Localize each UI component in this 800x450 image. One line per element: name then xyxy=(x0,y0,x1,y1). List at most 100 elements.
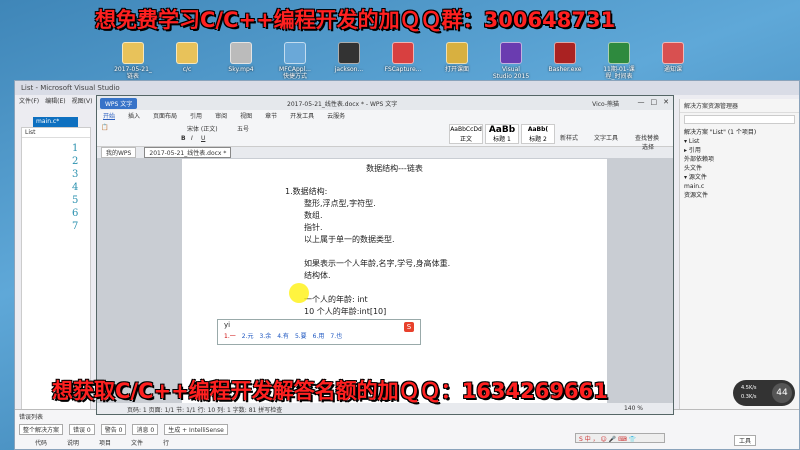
find-replace-button[interactable]: 查找替换 xyxy=(635,133,659,142)
wps-app-tab[interactable]: WPS 文字 xyxy=(100,97,138,109)
font-size-dropdown[interactable]: 五号 xyxy=(237,124,249,133)
ime-candidate[interactable]: 3.余 xyxy=(259,331,271,340)
tree-item[interactable]: ▾ List xyxy=(684,137,795,146)
error-list-column-header[interactable]: 代码 xyxy=(35,438,47,447)
desktop-icon[interactable]: jackson... xyxy=(326,42,372,82)
wps-writer-window: WPS 文字 2017-05-21_线性表.docx * - WPS 文字 Vi… xyxy=(96,95,674,415)
error-scope-dropdown[interactable]: 整个解决方案 xyxy=(19,424,64,435)
error-list-column-header[interactable]: 文件 xyxy=(131,438,143,447)
ribbon-tab[interactable]: 视图 xyxy=(240,111,252,120)
vs-code-editor[interactable]: List 1 2 3 4 5 6 7 xyxy=(21,127,91,417)
style-heading2[interactable]: AaBb( 标题 2 xyxy=(521,124,555,144)
tree-item[interactable]: 外部依赖项 xyxy=(684,155,795,164)
ribbon-tab[interactable]: 开发工具 xyxy=(290,111,314,120)
solution-explorer-search-input[interactable] xyxy=(684,115,795,124)
desktop-icon-row: 2017-05-21_ 链表 c/c Sky.mp4 MFCAppl... 快捷方式 j… xyxy=(110,42,696,82)
tray-counter: 44 xyxy=(772,383,792,403)
wps-document-tabs: 我的WPS 2017-05-21_线性表.docx * xyxy=(97,147,673,158)
ime-candidate-popup[interactable]: yi 1.一 2.元 3.余 4.有 5.要 6.用 7.也 S xyxy=(217,319,421,345)
desktop-icon[interactable]: Basher.exe xyxy=(542,42,588,82)
close-icon[interactable]: ✕ xyxy=(663,98,669,106)
tree-item[interactable]: main.c xyxy=(684,182,795,191)
line-number: 3 xyxy=(72,169,79,180)
desktop-icon[interactable]: Visual Studio 2015 xyxy=(488,42,534,82)
italic-button[interactable]: I xyxy=(191,135,193,142)
ribbon-tab[interactable]: 开始 xyxy=(103,111,116,120)
ime-candidate[interactable]: 6.用 xyxy=(313,331,325,340)
desktop-icon[interactable]: FSCapture... xyxy=(380,42,426,82)
ribbon-tab[interactable]: 页面布局 xyxy=(153,111,177,120)
new-style-button[interactable]: 新样式 xyxy=(560,133,578,142)
vs-scope-dropdown[interactable]: List xyxy=(22,128,90,138)
text-tools-button[interactable]: 文字工具 xyxy=(594,133,618,142)
wps-document-title: 2017-05-21_线性表.docx * - WPS 文字 xyxy=(287,101,398,108)
ime-candidate[interactable]: 2.元 xyxy=(242,331,254,340)
wps-title-bar: WPS 文字 2017-05-21_线性表.docx * - WPS 文字 Vi… xyxy=(97,96,673,110)
vs-menu-item[interactable]: 视图(V) xyxy=(72,96,93,105)
document-line: 一个人的年龄: int xyxy=(304,295,368,304)
warnings-filter-button[interactable]: 警告 0 xyxy=(100,424,127,435)
ribbon-tab[interactable]: 章节 xyxy=(265,111,277,120)
style-normal-name: 正文 xyxy=(459,136,472,143)
ribbon-tab[interactable]: 审阅 xyxy=(215,111,227,120)
minimize-icon[interactable]: — xyxy=(638,98,645,106)
tools-button[interactable]: 工具 xyxy=(734,435,757,446)
ime-candidate[interactable]: 5.要 xyxy=(295,331,307,340)
error-list-column-header[interactable]: 行 xyxy=(163,438,169,447)
build-source-dropdown[interactable]: 生成 + IntelliSense xyxy=(164,424,228,435)
document-line: 10 个人的年龄:int[10] xyxy=(304,307,387,316)
error-list-column-header[interactable]: 项目 xyxy=(99,438,111,447)
desktop-icon[interactable]: MFCAppl... 快捷方式 xyxy=(272,42,318,82)
document-page[interactable]: 数据结构---链表 1.数据结构: 整形,浮点型,字符型. 数组. 指针. 以上属于单一… xyxy=(182,159,607,405)
desktop-icon[interactable]: c/c xyxy=(164,42,210,82)
document-body[interactable]: 1.数据结构: 整形,浮点型,字符型. 数组. 指针. 以上属于单一的数据类型. 如果表示… xyxy=(285,186,450,318)
maximize-icon[interactable]: □ xyxy=(651,98,658,106)
desktop-icon[interactable]: 2017-05-21_ 链表 xyxy=(110,42,156,82)
vs-menu-item[interactable]: 编辑(E) xyxy=(45,96,65,105)
desktop-icon[interactable]: 11期-01-课 程_时间表 xyxy=(596,42,642,82)
upload-speed: 4.5K/s xyxy=(741,385,757,391)
visual-studio-icon xyxy=(500,42,522,64)
error-list-column-header[interactable]: 说明 xyxy=(67,438,79,447)
error-list-toolbar: 整个解决方案 错误 0 警告 0 消息 0 生成 + IntelliSense xyxy=(15,423,799,436)
network-speed-widget[interactable]: 4.5K/s 0.3K/s 44 xyxy=(733,380,795,406)
tree-item[interactable]: 资源文件 xyxy=(684,191,795,200)
style-heading1[interactable]: AaBb 标题 1 xyxy=(485,124,519,144)
vs-file-tab[interactable]: main.c* xyxy=(33,117,78,127)
desktop-icon[interactable]: 打开课面 xyxy=(434,42,480,82)
document-tab[interactable]: 2017-05-21_线性表.docx * xyxy=(144,147,232,158)
ime-candidate[interactable]: 4.有 xyxy=(277,331,289,340)
tree-item[interactable]: 头文件 xyxy=(684,164,795,173)
messages-filter-button[interactable]: 消息 0 xyxy=(132,424,159,435)
solution-explorer: 解决方案资源管理器 解决方案 "List" (1 个项目) ▾ List ▸ 引用… xyxy=(679,99,799,419)
errors-filter-button[interactable]: 错误 0 xyxy=(69,424,95,435)
ime-toolbar[interactable]: S 中 ， ☺ 🎤 ⌨ 👕 xyxy=(575,433,665,443)
font-name-dropdown[interactable]: 宋体 (正文) xyxy=(187,124,218,133)
document-heading: 数据结构---链表 xyxy=(366,164,423,173)
ribbon-tab[interactable]: 云服务 xyxy=(327,111,345,120)
desktop-icon-label: MFCAppl... 快捷方式 xyxy=(279,66,311,80)
style-normal[interactable]: AaBbCcDd 正文 xyxy=(449,124,483,144)
wps-user-name[interactable]: Vico-熊猫 xyxy=(592,99,619,108)
ime-candidate[interactable]: 7.也 xyxy=(330,331,342,340)
ime-candidate[interactable]: 1.一 xyxy=(224,331,236,340)
ribbon-tab[interactable]: 插入 xyxy=(128,111,140,120)
paste-button[interactable]: 📋 xyxy=(101,124,108,131)
select-button[interactable]: 选择 xyxy=(642,142,654,151)
left-margin-area xyxy=(97,159,182,405)
document-line: 指针. xyxy=(304,223,323,232)
document-tab[interactable]: 我的WPS xyxy=(101,147,137,158)
desktop-icon[interactable]: 通知课 xyxy=(650,42,696,82)
solution-explorer-title: 解决方案资源管理器 xyxy=(680,99,799,113)
tree-item[interactable]: 解决方案 "List" (1 个项目) xyxy=(684,128,795,137)
zoom-level[interactable]: 140 % xyxy=(624,405,643,412)
bold-button[interactable]: B xyxy=(181,135,186,142)
tree-item[interactable]: ▸ 引用 xyxy=(684,146,795,155)
vs-menu-item[interactable]: 文件(F) xyxy=(19,96,39,105)
desktop-icon[interactable]: Sky.mp4 xyxy=(218,42,264,82)
desktop-icon-label: Sky.mp4 xyxy=(228,66,254,73)
ribbon-tab[interactable]: 引用 xyxy=(190,111,202,120)
desktop-icon-label: 2017-05-21_ 链表 xyxy=(114,66,152,80)
tree-item[interactable]: ▾ 源文件 xyxy=(684,173,795,182)
underline-button[interactable]: U xyxy=(201,135,205,142)
